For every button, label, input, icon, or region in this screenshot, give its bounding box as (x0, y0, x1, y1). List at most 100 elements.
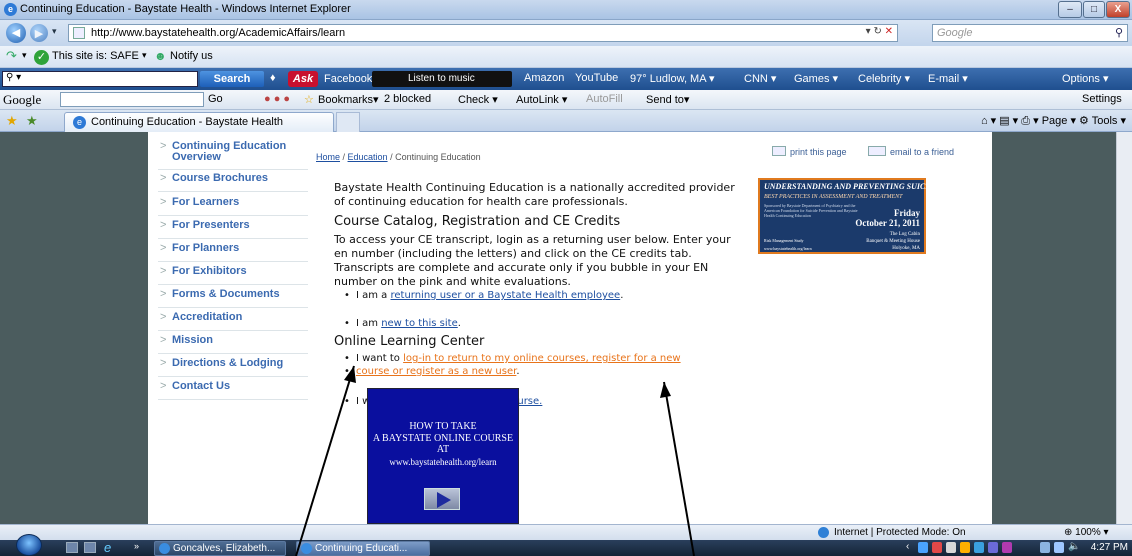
quicklaunch-more-icon[interactable]: » (134, 541, 139, 551)
nav-item-mission[interactable]: Mission (158, 334, 308, 354)
ie-icon (301, 543, 312, 554)
close-button[interactable]: X (1106, 1, 1130, 18)
nav-item-overview[interactable]: Continuing Education Overview (158, 140, 308, 170)
display-icon[interactable] (1054, 542, 1064, 553)
print-page-link[interactable]: print this page (772, 146, 847, 157)
autolink-button[interactable]: AutoLink ▾ (516, 93, 567, 106)
google-search-input[interactable] (60, 92, 204, 107)
toolbar-search-input[interactable]: ⚲ ▾ (2, 71, 198, 87)
tray-expand-icon[interactable]: ‹ (906, 541, 909, 552)
vertical-scrollbar[interactable] (1116, 132, 1132, 524)
status-bar: Internet | Protected Mode: On ⊕ 100% ▾ (0, 524, 1132, 540)
ad-location-1: The Log Cabin (889, 232, 920, 237)
spellcheck-button[interactable]: Check ▾ (458, 93, 498, 106)
how-to-video[interactable]: HOW TO TAKE A BAYSTATE ONLINE COURSE AT … (367, 388, 519, 524)
bookmarks-button[interactable]: Bookmarks▾ (318, 93, 379, 106)
search-input[interactable]: Google ⚲ (932, 24, 1128, 42)
security-zone[interactable]: Internet | Protected Mode: On (834, 527, 966, 538)
suicide-prevention-ad[interactable]: UNDERSTANDING AND PREVENTING SUICIDE: BE… (758, 178, 942, 254)
cnn-button[interactable]: CNN ▾ (744, 72, 776, 85)
toolbar-icons[interactable]: ● ● ● (264, 93, 290, 105)
bullet-text: I am a (356, 290, 391, 301)
nav-item-directions-lodging[interactable]: Directions & Lodging (158, 357, 308, 377)
tray-icon[interactable] (918, 542, 928, 553)
safety-dropdown-icon[interactable]: ▾ (142, 50, 147, 61)
taskbar-item-ie[interactable]: Continuing Educati... (296, 541, 430, 556)
tray-icon[interactable] (960, 542, 970, 553)
breadcrumb-home[interactable]: Home (316, 152, 340, 162)
ask-button[interactable]: Ask (288, 71, 318, 87)
zoom-level[interactable]: ⊕ 100% ▾ (1064, 527, 1109, 538)
tab-continuing-education[interactable]: e Continuing Education - Baystate Health (64, 112, 334, 132)
login-register-link[interactable]: log-in to return to my online courses, r… (403, 353, 681, 364)
toolbar-search-button[interactable]: Search (200, 71, 264, 87)
google-go-button[interactable]: Go (208, 93, 223, 105)
search-icon[interactable]: ⚲ (1115, 26, 1123, 39)
nav-item-for-planners[interactable]: For Planners (158, 242, 308, 262)
breadcrumb-education[interactable]: Education (348, 152, 388, 162)
volume-icon[interactable]: 🔈 (1068, 541, 1080, 552)
returning-user-link[interactable]: returning user or a Baystate Health empl… (390, 290, 620, 301)
web-page: Continuing Education Overview Course Bro… (148, 132, 992, 524)
new-tab-button[interactable] (336, 112, 360, 132)
address-field[interactable]: http://www.baystatehealth.org/AcademicAf… (68, 24, 898, 42)
quicklaunch-desktop-icon[interactable] (66, 542, 78, 553)
network-icon[interactable] (1040, 542, 1050, 553)
list-item-login: I want to log-in to return to my online … (342, 352, 762, 365)
register-new-user-link[interactable]: course or register as a new user (356, 366, 516, 377)
autofill-button[interactable]: AutoFill (586, 93, 623, 105)
google-logo: Google (3, 92, 42, 107)
email-friend-link[interactable]: email to a friend (868, 146, 954, 157)
start-button[interactable] (16, 534, 42, 556)
ad-url: www.baystatehealth.org/learn (764, 246, 812, 251)
listen-to-music-button[interactable]: Listen to music (372, 71, 512, 87)
amazon-button[interactable]: Amazon (524, 72, 564, 84)
email-label: email to a friend (890, 147, 955, 157)
new-to-site-link[interactable]: new to this site (381, 318, 458, 329)
command-bar[interactable]: ⌂ ▾ ▤ ▾ ⎙ ▾ Page ▾ ⚙ Tools ▾ (981, 114, 1126, 128)
taskbar-item-outlook[interactable]: Goncalves, Elizabeth... (154, 541, 286, 556)
url-text: http://www.baystatehealth.org/AcademicAf… (91, 27, 346, 39)
nav-item-for-presenters[interactable]: For Presenters (158, 219, 308, 239)
history-dropdown-icon[interactable]: ▾ (52, 26, 57, 37)
quicklaunch-ie-icon[interactable]: e (104, 540, 111, 555)
listen-to-music-label: Listen to music (408, 73, 475, 84)
tray-icon[interactable] (974, 542, 984, 553)
dropdown-icon[interactable]: ▾ (22, 50, 27, 61)
favorites-star-icon[interactable]: ★ (6, 113, 18, 129)
para-line-3: Transcripts are complete and accurate on… (334, 261, 709, 274)
nav-item-course-brochures[interactable]: Course Brochures (158, 172, 308, 192)
tray-icon[interactable] (1002, 542, 1012, 553)
forward-icon[interactable]: ▶ (30, 24, 48, 42)
notify-us-link[interactable]: Notify us (170, 50, 213, 62)
safe-check-icon: ✓ (34, 50, 49, 65)
bullet-suffix: . (620, 290, 624, 301)
options-button[interactable]: Options ▾ (1062, 72, 1109, 85)
minimize-button[interactable]: – (1058, 1, 1082, 18)
safety-status[interactable]: This site is: SAFE (52, 50, 139, 62)
maximize-button[interactable]: □ (1083, 1, 1105, 18)
add-favorites-icon[interactable]: ★ (26, 113, 38, 129)
bookmarks-star-icon: ☆ (304, 94, 314, 106)
refresh-stop-icons[interactable]: ▾ ↻ ✕ (866, 26, 893, 37)
weather-button[interactable]: 97° Ludlow, MA ▾ (630, 72, 715, 85)
tray-icon[interactable] (932, 542, 942, 553)
youtube-button[interactable]: YouTube (575, 72, 618, 84)
nav-item-forms-documents[interactable]: Forms & Documents (158, 288, 308, 308)
tray-icon[interactable] (988, 542, 998, 553)
ad-day: Friday (894, 208, 920, 218)
send-to-button[interactable]: Send to▾ (646, 93, 689, 106)
nav-item-for-exhibitors[interactable]: For Exhibitors (158, 265, 308, 285)
play-icon[interactable] (424, 488, 460, 510)
nav-item-contact-us[interactable]: Contact Us (158, 380, 308, 400)
games-button[interactable]: Games ▾ (794, 72, 838, 85)
popups-blocked-button[interactable]: 2 blocked (384, 93, 431, 105)
email-button[interactable]: E-mail ▾ (928, 72, 968, 85)
nav-item-accreditation[interactable]: Accreditation (158, 311, 308, 331)
back-icon[interactable]: ◀ (6, 23, 26, 43)
tray-icon[interactable] (946, 542, 956, 553)
quicklaunch-explorer-icon[interactable] (84, 542, 96, 553)
celebrity-button[interactable]: Celebrity ▾ (858, 72, 910, 85)
settings-button[interactable]: Settings (1082, 93, 1122, 105)
nav-item-for-learners[interactable]: For Learners (158, 196, 308, 216)
